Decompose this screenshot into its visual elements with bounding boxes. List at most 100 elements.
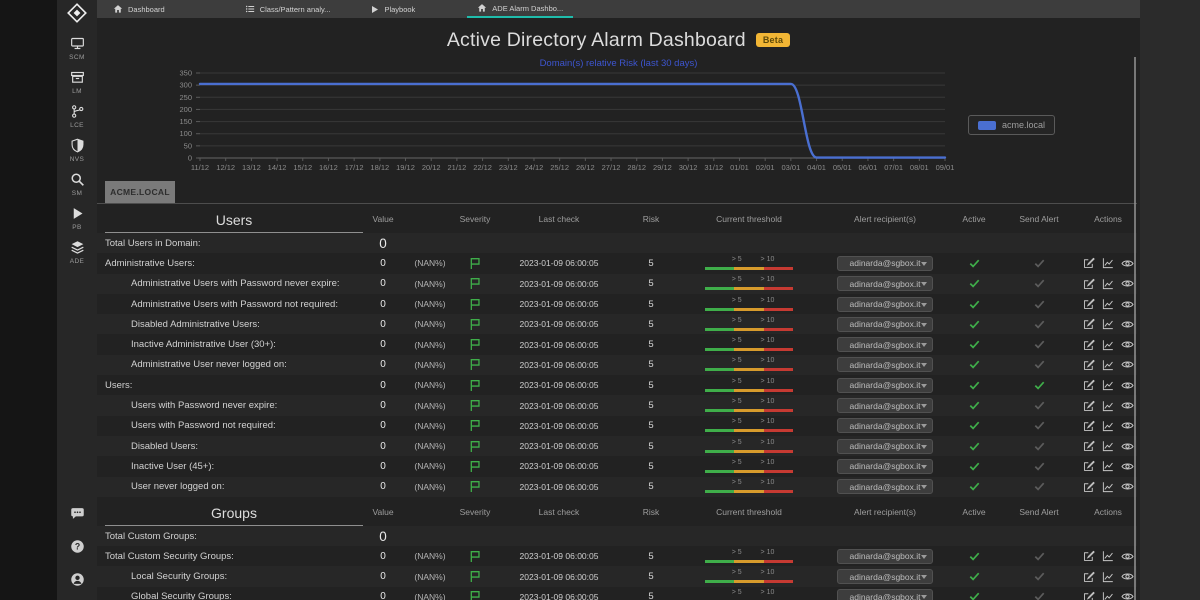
alarm-chart-button[interactable]: [1100, 358, 1116, 372]
alarm-chart-button[interactable]: [1100, 256, 1116, 270]
active-toggle[interactable]: [949, 592, 999, 600]
active-toggle[interactable]: [949, 552, 999, 561]
tab-domain-acme-local[interactable]: ACME.LOCAL: [105, 181, 175, 203]
send-alert-toggle[interactable]: [999, 482, 1079, 491]
alarm-chart-button[interactable]: [1100, 399, 1116, 413]
view-alarm-button[interactable]: [1119, 256, 1135, 270]
threshold-bar[interactable]: > 5> 10: [705, 439, 793, 454]
alert-recipient-select[interactable]: adinarda@sgbox.it: [837, 256, 933, 271]
view-alarm-button[interactable]: [1119, 277, 1135, 291]
alert-recipient-select[interactable]: adinarda@sgbox.it: [837, 297, 933, 312]
tab-ade-alarm-dashboard[interactable]: ADE Alarm Dashbo...: [467, 0, 573, 18]
alarm-chart-button[interactable]: [1100, 549, 1116, 563]
threshold-bar[interactable]: > 5> 10: [705, 378, 793, 393]
threshold-bar[interactable]: > 5> 10: [705, 317, 793, 332]
alert-recipient-select[interactable]: adinarda@sgbox.it: [837, 378, 933, 393]
view-alarm-button[interactable]: [1119, 297, 1135, 311]
threshold-bar[interactable]: > 5> 10: [705, 398, 793, 413]
send-alert-toggle[interactable]: [999, 320, 1079, 329]
active-toggle[interactable]: [949, 401, 999, 410]
send-alert-toggle[interactable]: [999, 572, 1079, 581]
edit-alarm-button[interactable]: [1081, 277, 1097, 291]
sidebar-item-sm[interactable]: SM: [70, 172, 85, 197]
alarm-chart-button[interactable]: [1100, 590, 1116, 600]
alarm-chart-button[interactable]: [1100, 378, 1116, 392]
alarm-chart-button[interactable]: [1100, 297, 1116, 311]
threshold-bar[interactable]: > 5> 10: [705, 337, 793, 352]
edit-alarm-button[interactable]: [1081, 317, 1097, 331]
send-alert-toggle[interactable]: [999, 552, 1079, 561]
alert-recipient-select[interactable]: adinarda@sgbox.it: [837, 357, 933, 372]
alert-recipient-select[interactable]: adinarda@sgbox.it: [837, 398, 933, 413]
view-alarm-button[interactable]: [1119, 480, 1135, 494]
sidebar-item-lm[interactable]: LM: [70, 70, 85, 95]
threshold-bar[interactable]: > 5> 10: [705, 418, 793, 433]
edit-alarm-button[interactable]: [1081, 439, 1097, 453]
alert-recipient-select[interactable]: adinarda@sgbox.it: [837, 569, 933, 584]
send-alert-toggle[interactable]: [999, 592, 1079, 600]
send-alert-toggle[interactable]: [999, 442, 1079, 451]
sidebar-item-nvs[interactable]: NVS: [70, 138, 85, 163]
sidebar-item-pb[interactable]: PB: [70, 206, 85, 231]
help-button[interactable]: ?: [70, 539, 85, 559]
chart-legend[interactable]: acme.local: [968, 115, 1055, 135]
send-alert-toggle[interactable]: [999, 360, 1079, 369]
send-alert-toggle[interactable]: [999, 381, 1079, 390]
view-alarm-button[interactable]: [1119, 590, 1135, 600]
tab-playbook[interactable]: Playbook: [360, 0, 425, 18]
sidebar-item-lce[interactable]: LCE: [70, 104, 85, 129]
alarm-chart-button[interactable]: [1100, 277, 1116, 291]
alarm-chart-button[interactable]: [1100, 439, 1116, 453]
alert-recipient-select[interactable]: adinarda@sgbox.it: [837, 276, 933, 291]
send-alert-toggle[interactable]: [999, 259, 1079, 268]
account-button[interactable]: [70, 572, 85, 592]
view-alarm-button[interactable]: [1119, 317, 1135, 331]
send-alert-toggle[interactable]: [999, 462, 1079, 471]
alert-recipient-select[interactable]: adinarda@sgbox.it: [837, 317, 933, 332]
view-alarm-button[interactable]: [1119, 338, 1135, 352]
alarm-chart-button[interactable]: [1100, 459, 1116, 473]
edit-alarm-button[interactable]: [1081, 297, 1097, 311]
alert-recipient-select[interactable]: adinarda@sgbox.it: [837, 439, 933, 454]
send-alert-toggle[interactable]: [999, 340, 1079, 349]
active-toggle[interactable]: [949, 421, 999, 430]
alarm-chart-button[interactable]: [1100, 480, 1116, 494]
threshold-bar[interactable]: > 5> 10: [705, 297, 793, 312]
edit-alarm-button[interactable]: [1081, 480, 1097, 494]
edit-alarm-button[interactable]: [1081, 399, 1097, 413]
threshold-bar[interactable]: > 5> 10: [705, 549, 793, 564]
edit-alarm-button[interactable]: [1081, 549, 1097, 563]
edit-alarm-button[interactable]: [1081, 590, 1097, 600]
active-toggle[interactable]: [949, 279, 999, 288]
alert-recipient-select[interactable]: adinarda@sgbox.it: [837, 549, 933, 564]
view-alarm-button[interactable]: [1119, 439, 1135, 453]
active-toggle[interactable]: [949, 482, 999, 491]
active-toggle[interactable]: [949, 320, 999, 329]
view-alarm-button[interactable]: [1119, 358, 1135, 372]
alert-recipient-select[interactable]: adinarda@sgbox.it: [837, 589, 933, 600]
threshold-bar[interactable]: > 5> 10: [705, 589, 793, 600]
active-toggle[interactable]: [949, 360, 999, 369]
edit-alarm-button[interactable]: [1081, 256, 1097, 270]
alert-recipient-select[interactable]: adinarda@sgbox.it: [837, 459, 933, 474]
sidebar-item-scm[interactable]: SCM: [69, 36, 85, 61]
edit-alarm-button[interactable]: [1081, 378, 1097, 392]
alert-recipient-select[interactable]: adinarda@sgbox.it: [837, 337, 933, 352]
active-toggle[interactable]: [949, 442, 999, 451]
active-toggle[interactable]: [949, 259, 999, 268]
active-toggle[interactable]: [949, 572, 999, 581]
tab-dashboard[interactable]: Dashboard: [103, 0, 175, 18]
alarm-chart-button[interactable]: [1100, 419, 1116, 433]
threshold-bar[interactable]: > 5> 10: [705, 276, 793, 291]
threshold-bar[interactable]: > 5> 10: [705, 357, 793, 372]
sidebar-item-ade[interactable]: ADE: [70, 240, 85, 265]
vertical-scrollbar[interactable]: [1134, 57, 1136, 600]
threshold-bar[interactable]: > 5> 10: [705, 256, 793, 271]
send-alert-toggle[interactable]: [999, 279, 1079, 288]
edit-alarm-button[interactable]: [1081, 459, 1097, 473]
threshold-bar[interactable]: > 5> 10: [705, 479, 793, 494]
view-alarm-button[interactable]: [1119, 399, 1135, 413]
alarm-chart-button[interactable]: [1100, 570, 1116, 584]
active-toggle[interactable]: [949, 340, 999, 349]
view-alarm-button[interactable]: [1119, 378, 1135, 392]
